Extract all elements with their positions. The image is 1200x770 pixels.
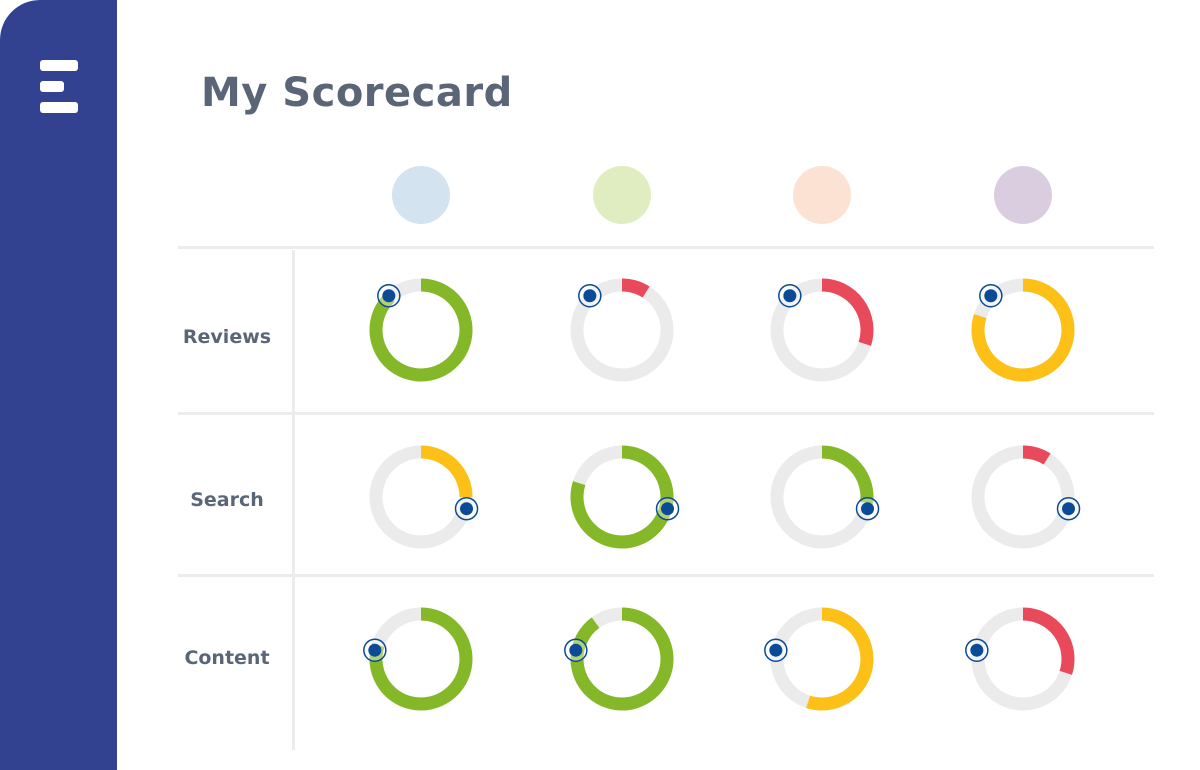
target-marker-dot bbox=[382, 289, 396, 303]
target-marker-dot bbox=[569, 643, 583, 657]
donut-value-arc bbox=[821, 278, 874, 346]
target-marker-dot bbox=[769, 643, 783, 657]
target-marker-dot bbox=[861, 502, 875, 516]
donut-value-arc bbox=[821, 445, 874, 504]
score-donut[interactable] bbox=[770, 278, 874, 382]
score-donut[interactable] bbox=[770, 445, 880, 549]
score-donut[interactable] bbox=[971, 278, 1075, 382]
donut-value-arc bbox=[420, 445, 473, 498]
donut-value-arc bbox=[621, 278, 650, 298]
donut-value-arc bbox=[1022, 607, 1075, 675]
score-donut[interactable] bbox=[369, 278, 473, 382]
score-donut[interactable] bbox=[971, 445, 1081, 549]
target-marker-dot bbox=[783, 289, 797, 303]
target-marker-dot bbox=[1062, 502, 1076, 516]
score-donut[interactable] bbox=[369, 445, 479, 549]
donut-value-arc bbox=[1022, 445, 1051, 465]
target-marker-dot bbox=[661, 502, 675, 516]
target-marker-dot bbox=[460, 502, 474, 516]
target-marker-dot bbox=[583, 289, 597, 303]
score-donut[interactable] bbox=[363, 607, 473, 711]
score-donut[interactable] bbox=[570, 278, 674, 382]
score-donut[interactable] bbox=[564, 607, 674, 711]
score-donut[interactable] bbox=[764, 607, 874, 711]
score-donut[interactable] bbox=[570, 445, 680, 549]
donut-value-arc bbox=[806, 607, 874, 711]
target-marker-dot bbox=[368, 643, 382, 657]
donut-track bbox=[971, 445, 1075, 549]
donut-value-arc bbox=[570, 607, 674, 711]
target-marker-dot bbox=[970, 643, 984, 657]
scorecard-grid bbox=[363, 278, 1081, 711]
target-marker-dot bbox=[984, 289, 998, 303]
score-donut[interactable] bbox=[965, 607, 1075, 711]
